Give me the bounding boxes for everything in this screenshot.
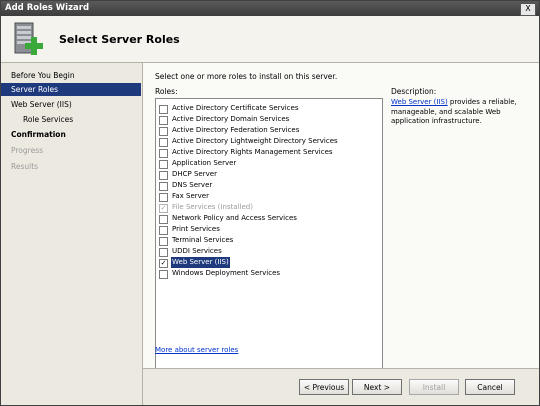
role-label: Network Policy and Access Services	[172, 214, 297, 222]
nav-item-server-roles[interactable]: Server Roles	[1, 83, 141, 96]
checkbox[interactable]	[159, 116, 168, 125]
checkbox[interactable]	[159, 182, 168, 191]
instruction-text: Select one or more roles to install on t…	[155, 72, 338, 81]
wizard-header: Select Server Roles	[1, 16, 539, 63]
install-button: Install	[409, 379, 459, 395]
role-label: DHCP Server	[172, 170, 217, 178]
window-title: Add Roles Wizard	[5, 3, 90, 13]
page-title: Select Server Roles	[59, 33, 180, 46]
role-label: File Services (Installed)	[172, 203, 253, 211]
checkbox[interactable]	[159, 226, 168, 235]
role-label: Terminal Services	[172, 236, 234, 244]
role-label: UDDI Services	[172, 247, 222, 255]
nav-item-before-you-begin[interactable]: Before You Begin	[1, 69, 141, 82]
checkbox-checked[interactable]: ✓	[159, 259, 168, 268]
wizard-footer: < Previous Next > Install Cancel	[143, 368, 539, 405]
nav-item-role-services[interactable]: Role Services	[1, 113, 141, 126]
more-about-roles-link[interactable]: More about server roles	[155, 346, 238, 354]
role-label: Active Directory Federation Services	[172, 126, 300, 134]
title-bar: Add Roles Wizard X	[1, 1, 539, 16]
roles-label: Roles:	[155, 87, 178, 96]
role-label: Active Directory Domain Services	[172, 115, 290, 123]
role-label: Active Directory Rights Management Servi…	[172, 148, 333, 156]
nav-item-results: Results	[11, 162, 39, 171]
previous-button[interactable]: < Previous	[299, 379, 349, 395]
description-label: Description:	[391, 87, 437, 96]
add-roles-wizard-window: Add Roles Wizard X Select Server Roles B…	[0, 0, 540, 406]
checkbox-checked-disabled: ✓	[159, 204, 168, 213]
checkbox[interactable]	[159, 248, 168, 257]
checkbox[interactable]	[159, 171, 168, 180]
server-add-icon	[14, 22, 43, 55]
nav-item-progress: Progress	[11, 146, 44, 155]
role-label: DNS Server	[172, 181, 213, 189]
cancel-button[interactable]: Cancel	[465, 379, 515, 395]
next-button[interactable]: Next >	[352, 379, 402, 395]
checkbox[interactable]	[159, 138, 168, 147]
checkbox[interactable]	[159, 160, 168, 169]
checkbox[interactable]	[159, 215, 168, 224]
role-label: Application Server	[172, 159, 237, 167]
checkbox[interactable]	[159, 149, 168, 158]
role-label: Fax Server	[172, 192, 209, 200]
checkbox[interactable]	[159, 105, 168, 114]
checkbox[interactable]	[159, 127, 168, 136]
checkbox[interactable]	[159, 193, 168, 202]
role-label: Print Services	[172, 225, 220, 233]
role-label: Active Directory Certificate Services	[172, 104, 299, 112]
checkbox[interactable]	[159, 270, 168, 279]
role-label: Web Server (IIS)	[171, 257, 230, 268]
description-link[interactable]: Web Server (IIS)	[391, 98, 448, 106]
nav-item-web-server[interactable]: Web Server (IIS)	[1, 98, 141, 111]
nav-item-confirmation[interactable]: Confirmation	[1, 128, 141, 141]
wizard-nav: Before You Begin Server Roles Web Server…	[1, 63, 143, 405]
checkbox[interactable]	[159, 237, 168, 246]
role-label: Active Directory Lightweight Directory S…	[172, 137, 338, 145]
main-content: Select one or more roles to install on t…	[143, 63, 539, 399]
description-text: Web Server (IIS) provides a reliable, ma…	[391, 98, 535, 127]
close-button[interactable]: X	[520, 3, 536, 16]
role-label: Windows Deployment Services	[172, 269, 281, 277]
